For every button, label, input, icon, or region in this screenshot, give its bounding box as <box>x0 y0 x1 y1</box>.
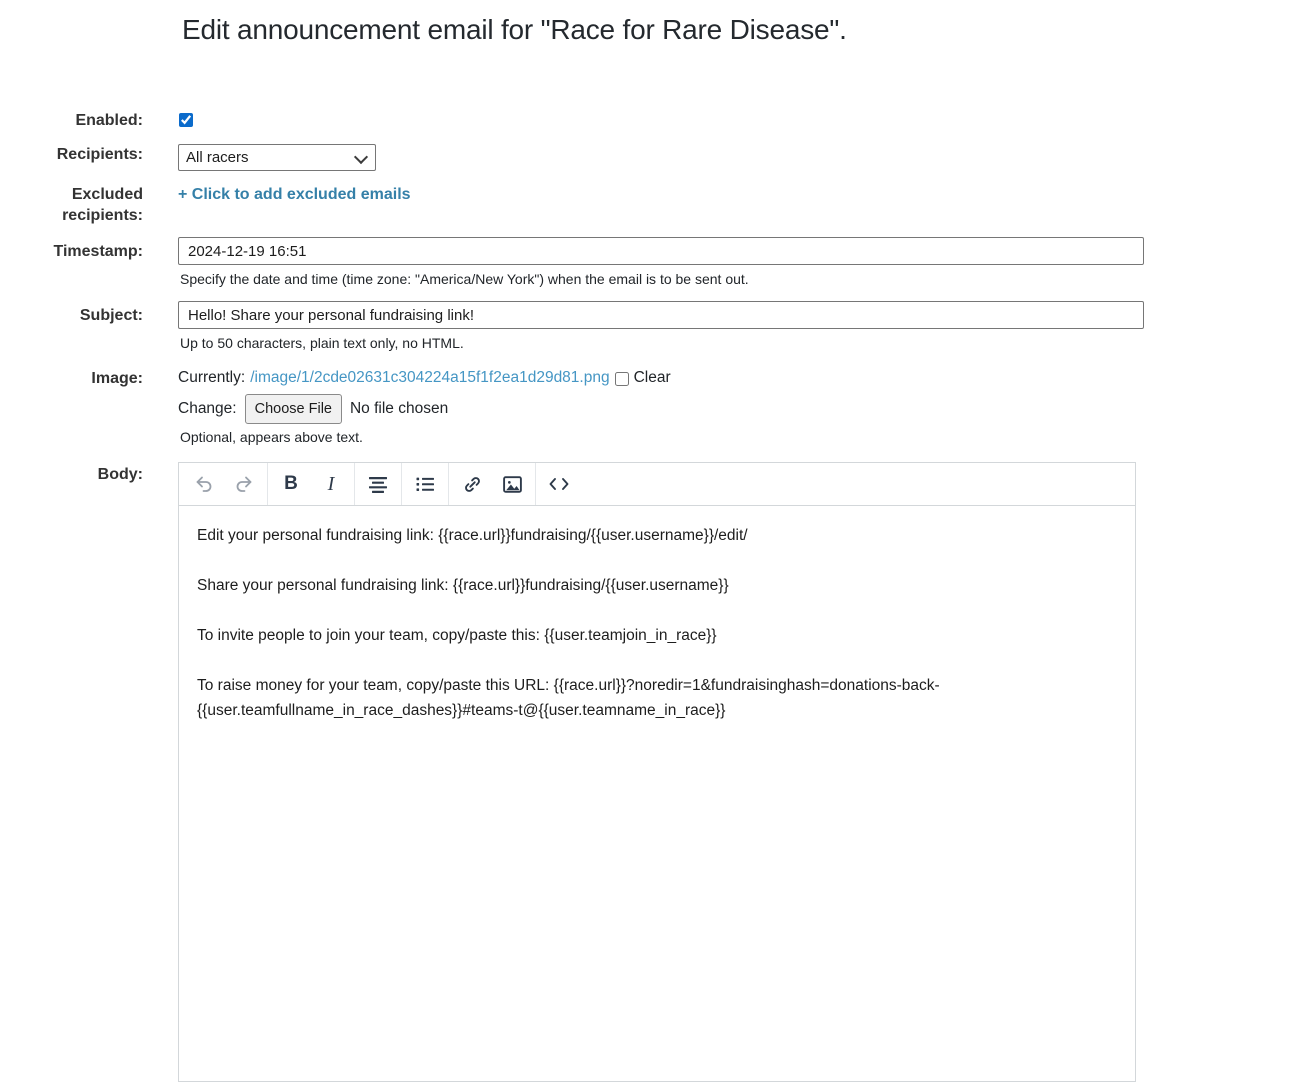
excluded-recipients-label: Excluded recipients: <box>0 184 143 226</box>
enabled-row: Enabled: <box>0 110 1303 132</box>
bullet-list-icon <box>415 474 435 494</box>
page-title: Edit announcement email for "Race for Ra… <box>182 14 1303 46</box>
undo-button[interactable] <box>184 468 224 500</box>
undo-icon <box>194 474 214 494</box>
excluded-recipients-row: Excluded recipients: + Click to add excl… <box>0 184 1303 226</box>
code-icon <box>548 474 570 494</box>
code-view-button[interactable] <box>539 468 579 500</box>
enabled-checkbox[interactable] <box>179 113 193 127</box>
choose-file-button[interactable]: Choose File <box>245 394 342 424</box>
image-icon <box>502 474 523 495</box>
image-current-line: Currently: /image/1/2cde02631c304224a15f… <box>178 367 671 389</box>
current-image-link[interactable]: /image/1/2cde02631c304224a15f1f2ea1d29d8… <box>250 367 609 389</box>
currently-label: Currently: <box>178 367 245 389</box>
timestamp-label: Timestamp: <box>0 237 143 262</box>
image-label: Image: <box>0 367 143 389</box>
timestamp-input[interactable] <box>178 237 1144 265</box>
image-change-line: Change: Choose File No file chosen <box>178 394 671 424</box>
body-paragraph: Share your personal fundraising link: {{… <box>197 573 1117 598</box>
insert-link-button[interactable] <box>452 468 492 500</box>
redo-icon <box>234 474 254 494</box>
body-paragraph: To invite people to join your team, copy… <box>197 623 1117 648</box>
editor-toolbar: B I <box>179 463 1135 506</box>
clear-image-checkbox[interactable] <box>615 372 629 386</box>
add-excluded-emails-link[interactable]: + Click to add excluded emails <box>178 184 411 204</box>
recipients-select[interactable]: All racers <box>178 144 376 171</box>
no-file-chosen-text: No file chosen <box>350 398 448 420</box>
subject-input[interactable] <box>178 301 1144 329</box>
timestamp-help-text: Specify the date and time (time zone: "A… <box>178 270 1144 288</box>
link-icon <box>462 474 483 495</box>
body-editor-content[interactable]: Edit your personal fundraising link: {{r… <box>179 523 1135 723</box>
timestamp-row: Timestamp: Specify the date and time (ti… <box>0 237 1303 288</box>
change-label: Change: <box>178 398 237 420</box>
clear-label: Clear <box>634 367 671 389</box>
subject-help-text: Up to 50 characters, plain text only, no… <box>178 334 1144 352</box>
subject-row: Subject: Up to 50 characters, plain text… <box>0 301 1303 352</box>
body-label: Body: <box>0 462 143 485</box>
body-paragraph: To raise money for your team, copy/paste… <box>197 673 1117 723</box>
italic-button[interactable]: I <box>311 468 351 500</box>
enabled-label: Enabled: <box>0 110 143 131</box>
announcement-email-form: Enabled: Recipients: All racers Excluded… <box>0 110 1303 1082</box>
image-row: Image: Currently: /image/1/2cde02631c304… <box>0 367 1303 446</box>
bold-icon: B <box>284 473 298 495</box>
bullet-list-button[interactable] <box>405 468 445 500</box>
redo-button[interactable] <box>224 468 264 500</box>
recipients-row: Recipients: All racers <box>0 144 1303 171</box>
body-row: Body: <box>0 462 1303 1082</box>
image-help-text: Optional, appears above text. <box>178 428 671 446</box>
body-paragraph: Edit your personal fundraising link: {{r… <box>197 523 1117 548</box>
align-center-icon <box>368 474 388 494</box>
italic-icon: I <box>328 473 335 496</box>
rich-text-editor: B I <box>178 462 1136 1082</box>
align-center-button[interactable] <box>358 468 398 500</box>
recipients-label: Recipients: <box>0 144 143 165</box>
subject-label: Subject: <box>0 301 143 326</box>
bold-button[interactable]: B <box>271 468 311 500</box>
insert-image-button[interactable] <box>492 468 532 500</box>
